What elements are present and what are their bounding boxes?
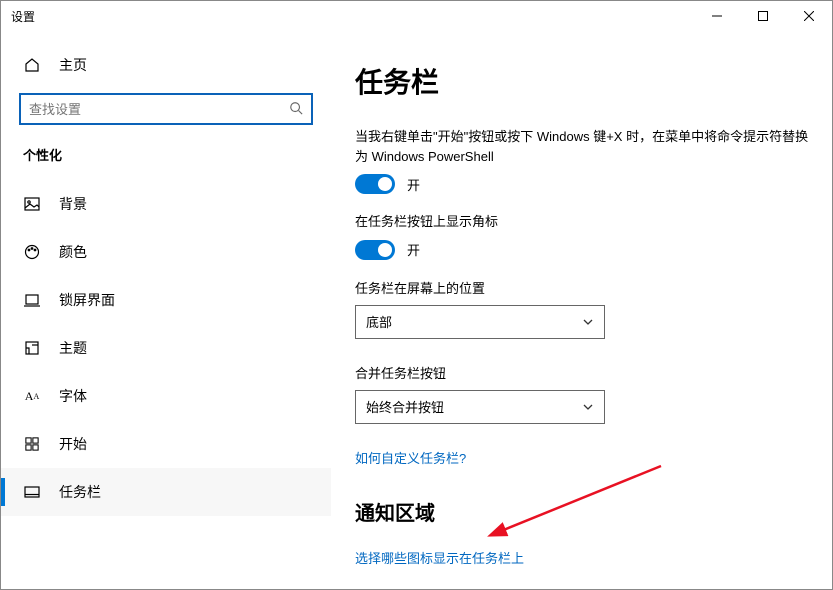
- sidebar-item-label: 任务栏: [59, 482, 101, 502]
- sidebar-item-themes[interactable]: 主题: [1, 324, 331, 372]
- close-icon: [804, 11, 814, 21]
- sidebar-item-label: 主题: [59, 338, 87, 358]
- combine-buttons-label: 合并任务栏按钮: [355, 363, 814, 382]
- combine-buttons-select[interactable]: 始终合并按钮: [355, 390, 605, 424]
- minimize-icon: [712, 11, 722, 21]
- sidebar-item-start[interactable]: 开始: [1, 420, 331, 468]
- nav-list: 背景 颜色 锁屏界面: [1, 180, 331, 516]
- toggle-state-label: 开: [407, 240, 420, 259]
- sidebar-item-taskbar[interactable]: 任务栏: [1, 468, 331, 516]
- lockscreen-icon: [23, 291, 41, 309]
- maximize-icon: [758, 11, 768, 21]
- search-box[interactable]: [19, 93, 313, 125]
- picture-icon: [23, 195, 41, 213]
- chevron-down-icon: [582, 401, 594, 413]
- customize-taskbar-link[interactable]: 如何自定义任务栏?: [355, 448, 466, 467]
- window-controls: [694, 1, 832, 31]
- sidebar-item-label: 字体: [59, 386, 87, 406]
- sidebar-item-label: 颜色: [59, 242, 87, 262]
- content-pane: 任务栏 当我右键单击"开始"按钮或按下 Windows 键+X 时，在菜单中将命…: [331, 31, 832, 589]
- palette-icon: [23, 243, 41, 261]
- window-title: 设置: [11, 8, 35, 25]
- toggle-state-label: 开: [407, 175, 420, 194]
- toggle-knob: [378, 243, 392, 257]
- settings-window: 设置 主页: [0, 0, 833, 590]
- taskbar-position-select[interactable]: 底部: [355, 305, 605, 339]
- taskbar-position-label: 任务栏在屏幕上的位置: [355, 278, 814, 297]
- select-value: 始终合并按钮: [366, 397, 444, 416]
- search-wrap: [1, 85, 331, 137]
- search-input[interactable]: [29, 102, 289, 117]
- close-button[interactable]: [786, 1, 832, 31]
- sidebar-item-label: 开始: [59, 434, 87, 454]
- sidebar-item-colors[interactable]: 颜色: [1, 228, 331, 276]
- page-title: 任务栏: [355, 61, 814, 101]
- home-label: 主页: [59, 55, 87, 75]
- select-value: 底部: [366, 312, 392, 331]
- toggle-knob: [378, 177, 392, 191]
- taskbar-icon: [23, 483, 41, 501]
- toggle-badges[interactable]: [355, 240, 395, 260]
- maximize-button[interactable]: [740, 1, 786, 31]
- home-icon: [23, 56, 41, 74]
- minimize-button[interactable]: [694, 1, 740, 31]
- titlebar: 设置: [1, 1, 832, 31]
- sidebar-item-label: 背景: [59, 194, 87, 214]
- home-link[interactable]: 主页: [1, 45, 331, 85]
- themes-icon: [23, 339, 41, 357]
- body: 主页 个性化 背景: [1, 31, 832, 589]
- sidebar-item-label: 锁屏界面: [59, 290, 115, 310]
- toggle-row-powershell: 开: [355, 174, 814, 194]
- fonts-icon: AA: [23, 387, 41, 405]
- sidebar: 主页 个性化 背景: [1, 31, 331, 589]
- sidebar-item-lockscreen[interactable]: 锁屏界面: [1, 276, 331, 324]
- sidebar-item-fonts[interactable]: AA 字体: [1, 372, 331, 420]
- toggle-row-badges: 开: [355, 240, 814, 260]
- notification-area-title: 通知区域: [355, 497, 814, 526]
- search-icon: [289, 101, 303, 118]
- chevron-down-icon: [582, 316, 594, 328]
- select-icons-link[interactable]: 选择哪些图标显示在任务栏上: [355, 548, 524, 567]
- toggle-powershell[interactable]: [355, 174, 395, 194]
- setting-badges-desc: 在任务栏按钮上显示角标: [355, 212, 814, 232]
- sidebar-item-background[interactable]: 背景: [1, 180, 331, 228]
- start-icon: [23, 435, 41, 453]
- setting-powershell-desc: 当我右键单击"开始"按钮或按下 Windows 键+X 时，在菜单中将命令提示符…: [355, 127, 814, 166]
- sidebar-section-title: 个性化: [1, 137, 331, 180]
